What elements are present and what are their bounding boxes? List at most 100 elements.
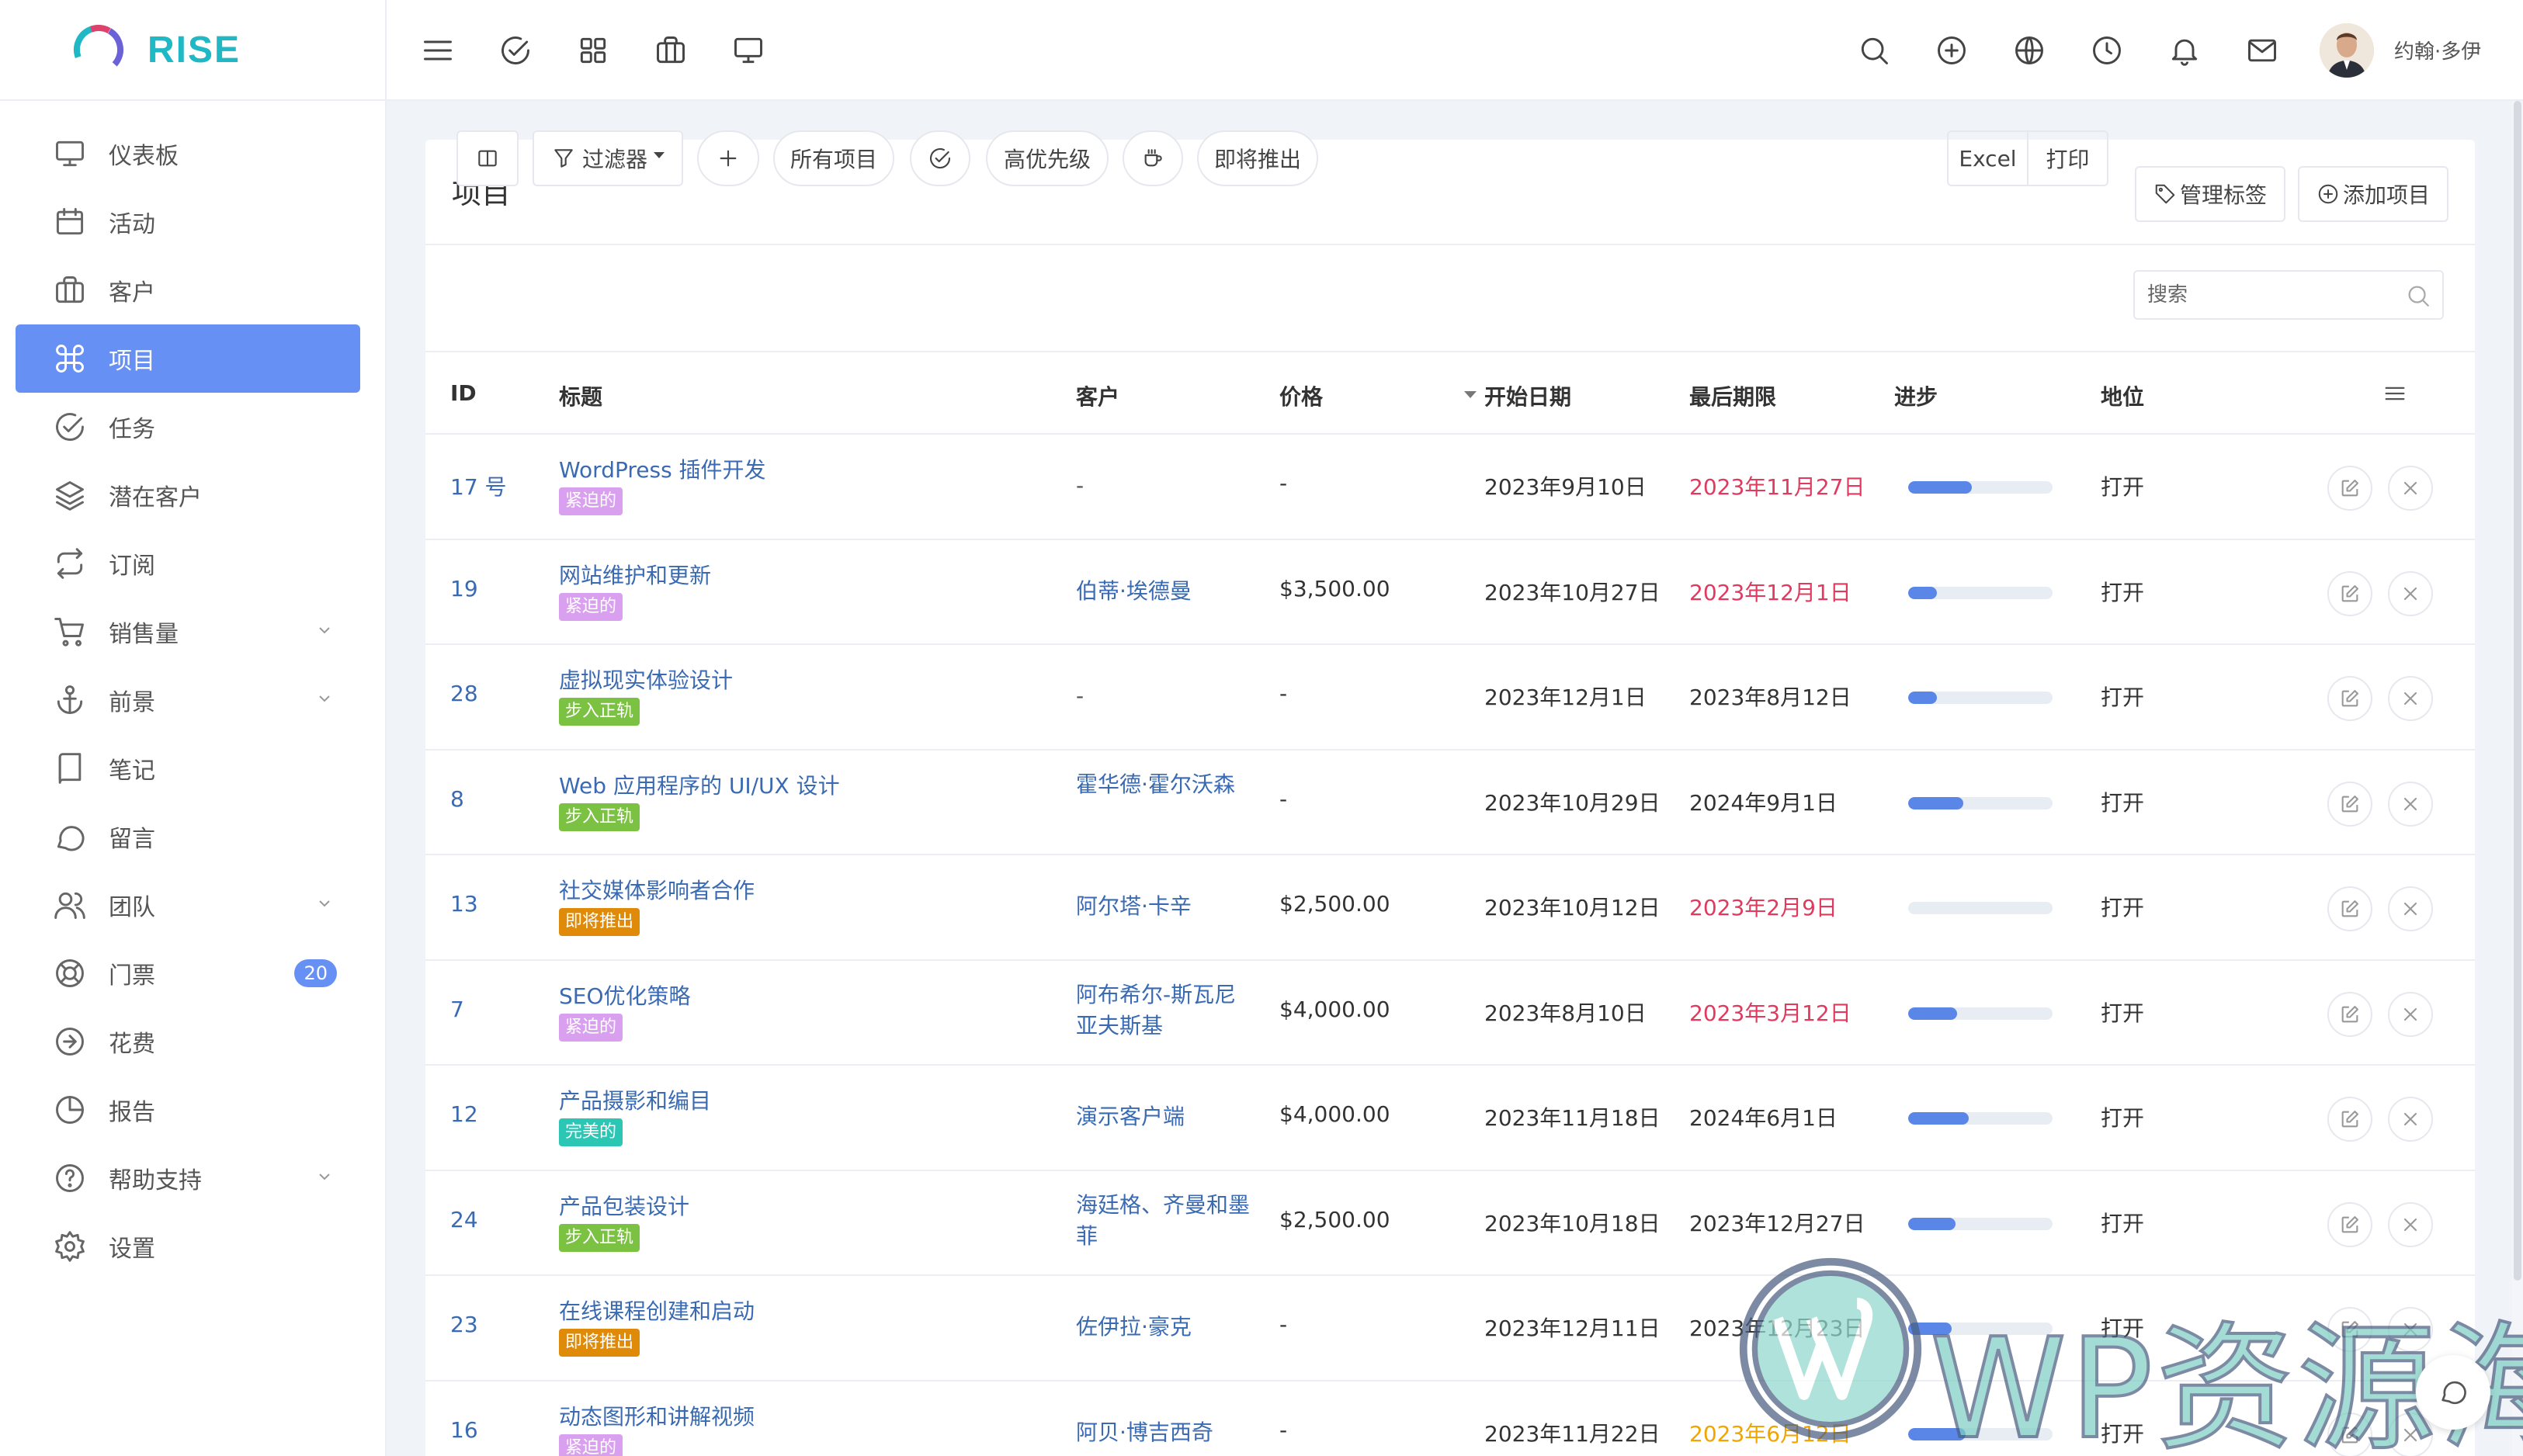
column-header-progress[interactable]: 进步 xyxy=(1894,380,1938,411)
sidebar-item-10[interactable]: 留言 xyxy=(16,803,360,871)
menu-icon[interactable] xyxy=(421,33,455,68)
column-header-start-date[interactable]: 开始日期 xyxy=(1484,380,1571,411)
clock-icon[interactable] xyxy=(2090,33,2124,68)
search-icon[interactable] xyxy=(2405,283,2431,309)
manage-labels-button[interactable]: 管理标签 xyxy=(2135,166,2286,222)
project-id-link[interactable]: 12 xyxy=(450,1101,478,1127)
avatar[interactable] xyxy=(2320,23,2374,78)
edit-project-button[interactable] xyxy=(2327,991,2372,1037)
delete-project-button[interactable] xyxy=(2388,1201,2433,1247)
sidebar-item-1[interactable]: 活动 xyxy=(16,188,360,256)
edit-project-button[interactable] xyxy=(2327,1307,2372,1352)
search-input[interactable] xyxy=(2147,278,2396,312)
monitor-icon[interactable] xyxy=(731,33,765,68)
delete-project-button[interactable] xyxy=(2388,1097,2433,1142)
print-button[interactable]: 打印 xyxy=(2027,132,2107,185)
all-projects-filter[interactable]: 所有项目 xyxy=(773,130,894,186)
chevron-down-icon[interactable] xyxy=(315,689,334,708)
bell-icon[interactable] xyxy=(2167,33,2202,68)
plus-circle-icon[interactable] xyxy=(1935,33,1969,68)
chevron-down-icon[interactable] xyxy=(315,1167,334,1186)
project-id-link[interactable]: 28 xyxy=(450,681,478,706)
project-id-link[interactable]: 17 号 xyxy=(450,470,507,501)
sidebar-item-2[interactable]: 客户 xyxy=(16,256,360,324)
client-link[interactable]: 阿尔塔·卡辛 xyxy=(1076,891,1255,922)
project-id-link[interactable]: 23 xyxy=(450,1312,478,1337)
sidebar-item-0[interactable]: 仪表板 xyxy=(16,120,360,188)
edit-project-button[interactable] xyxy=(2327,676,2372,721)
scrollbar-thumb[interactable] xyxy=(2514,101,2521,1281)
delete-project-button[interactable] xyxy=(2388,991,2433,1037)
sidebar-item-13[interactable]: 花费 xyxy=(16,1007,360,1076)
menu-icon[interactable] xyxy=(2382,380,2408,407)
column-header-status[interactable]: 地位 xyxy=(2101,380,2144,411)
check-circle-icon[interactable] xyxy=(498,33,533,68)
filter-button[interactable]: 过滤器 xyxy=(533,130,683,186)
edit-project-button[interactable] xyxy=(2327,466,2372,511)
add-filter-button[interactable] xyxy=(697,130,759,186)
user-name[interactable]: 约翰·多伊 xyxy=(2394,36,2481,64)
column-header-price[interactable]: 价格 xyxy=(1279,380,1323,411)
project-id-link[interactable]: 13 xyxy=(450,891,478,917)
mail-icon[interactable] xyxy=(2245,33,2279,68)
edit-project-button[interactable] xyxy=(2327,1201,2372,1247)
client-link[interactable]: 伯蒂·埃德曼 xyxy=(1076,576,1255,607)
delete-project-button[interactable] xyxy=(2388,676,2433,721)
project-title-link[interactable]: 产品包装设计 xyxy=(559,1190,689,1221)
search-icon[interactable] xyxy=(1857,33,1891,68)
project-id-link[interactable]: 7 xyxy=(450,997,464,1022)
client-link[interactable]: 阿贝·博吉西奇 xyxy=(1076,1417,1255,1448)
page-scrollbar[interactable] xyxy=(2512,101,2523,1456)
project-title-link[interactable]: 社交媒体影响者合作 xyxy=(559,874,755,905)
column-toggle-button[interactable] xyxy=(456,130,519,186)
delete-project-button[interactable] xyxy=(2388,466,2433,511)
grid-icon[interactable] xyxy=(576,33,610,68)
sidebar-item-14[interactable]: 报告 xyxy=(16,1076,360,1144)
sidebar-item-8[interactable]: 前景 xyxy=(16,666,360,734)
sidebar-item-11[interactable]: 团队 xyxy=(16,871,360,939)
column-header-client[interactable]: 客户 xyxy=(1076,380,1119,411)
sidebar-item-7[interactable]: 销售量 xyxy=(16,598,360,666)
column-header-id[interactable]: ID xyxy=(450,380,477,406)
globe-icon[interactable] xyxy=(2012,33,2046,68)
client-link[interactable]: 阿布希尔-斯瓦尼亚夫斯基 xyxy=(1076,979,1255,1042)
sidebar-item-15[interactable]: 帮助支持 xyxy=(16,1144,360,1212)
high-priority-filter[interactable]: 高优先级 xyxy=(986,130,1109,186)
project-title-link[interactable]: 网站维护和更新 xyxy=(559,559,711,590)
project-title-link[interactable]: 动态图形和讲解视频 xyxy=(559,1400,755,1431)
sidebar-item-4[interactable]: 任务 xyxy=(16,393,360,461)
chevron-down-icon[interactable] xyxy=(315,621,334,640)
sidebar-item-5[interactable]: 潜在客户 xyxy=(16,461,360,529)
client-link[interactable]: 海廷格、齐曼和墨菲 xyxy=(1076,1190,1255,1252)
client-link[interactable]: 演示客户端 xyxy=(1076,1101,1255,1132)
delete-project-button[interactable] xyxy=(2388,1307,2433,1352)
edit-project-button[interactable] xyxy=(2327,1412,2372,1456)
project-title-link[interactable]: SEO优化策略 xyxy=(559,979,691,1011)
project-title-link[interactable]: WordPress 插件开发 xyxy=(559,453,766,484)
chat-button[interactable] xyxy=(2416,1355,2490,1430)
project-title-link[interactable]: Web 应用程序的 UI/UX 设计 xyxy=(559,769,840,800)
briefcase-icon[interactable] xyxy=(654,33,688,68)
edit-project-button[interactable] xyxy=(2327,781,2372,827)
sidebar-item-12[interactable]: 门票 20 xyxy=(16,939,360,1007)
client-link[interactable]: 佐伊拉·豪克 xyxy=(1076,1312,1255,1343)
project-id-link[interactable]: 19 xyxy=(450,576,478,601)
delete-project-button[interactable] xyxy=(2388,570,2433,616)
coming-soon-filter[interactable]: 即将推出 xyxy=(1197,130,1318,186)
chevron-down-icon[interactable] xyxy=(315,894,334,913)
sort-desc-icon[interactable] xyxy=(1464,391,1477,398)
delete-project-button[interactable] xyxy=(2388,781,2433,827)
add-project-button[interactable]: 添加项目 xyxy=(2298,166,2449,222)
completed-filter-button[interactable] xyxy=(910,130,970,186)
project-id-link[interactable]: 8 xyxy=(450,786,464,812)
excel-export-button[interactable]: Excel xyxy=(1949,132,2027,185)
sidebar-item-9[interactable]: 笔记 xyxy=(16,734,360,803)
project-id-link[interactable]: 24 xyxy=(450,1207,478,1232)
coffee-filter-button[interactable] xyxy=(1123,130,1183,186)
sidebar-item-3[interactable]: 项目 xyxy=(16,324,360,393)
sidebar-item-16[interactable]: 设置 xyxy=(16,1212,360,1281)
project-title-link[interactable]: 产品摄影和编目 xyxy=(559,1084,711,1115)
brand-logo-link[interactable]: RISE xyxy=(0,0,385,101)
project-title-link[interactable]: 虚拟现实体验设计 xyxy=(559,664,733,695)
edit-project-button[interactable] xyxy=(2327,1097,2372,1142)
